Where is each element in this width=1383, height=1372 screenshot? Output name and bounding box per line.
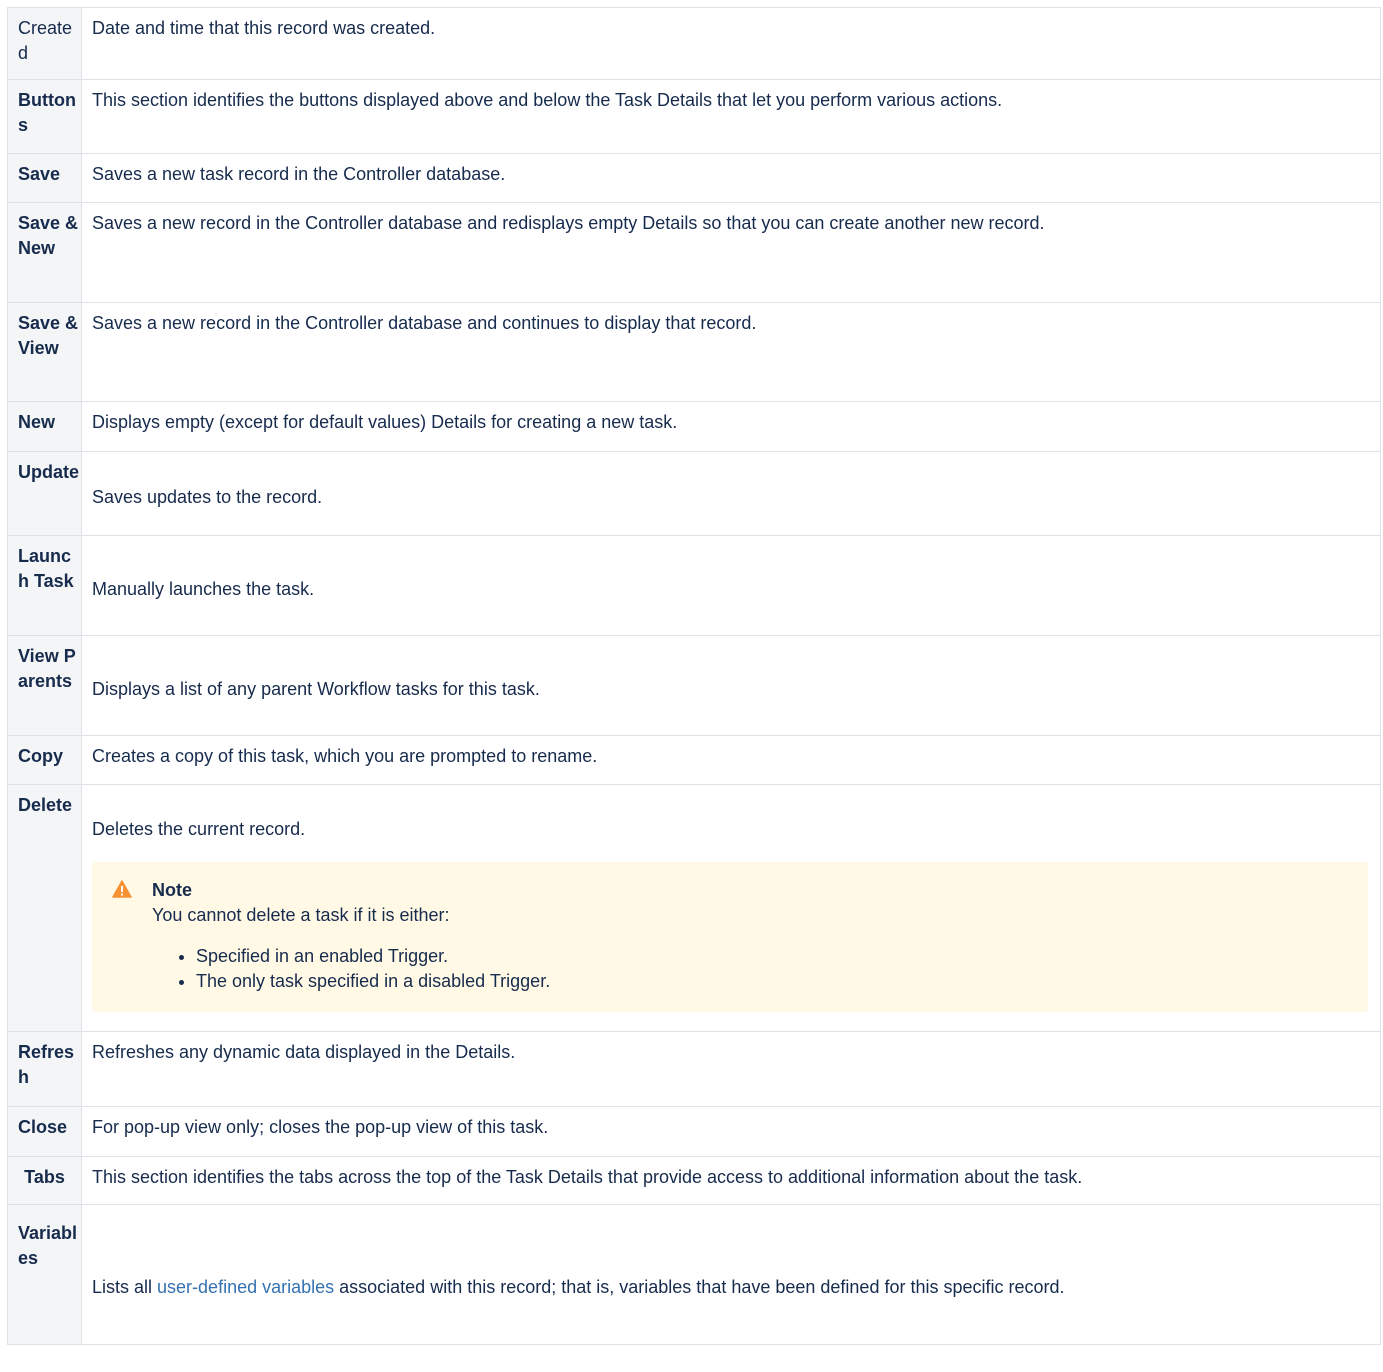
row-header-created: Created xyxy=(7,7,82,80)
row-desc-delete: Deletes the current record. Note You can… xyxy=(81,784,1381,1032)
row-header-save-view: Save & View xyxy=(7,302,82,402)
delete-desc-text: Deletes the current record. xyxy=(92,819,306,839)
note-list: Specified in an enabled Trigger. The onl… xyxy=(152,944,1348,994)
row-header-new: New xyxy=(7,401,82,452)
table-row: View Parents Displays a list of any pare… xyxy=(7,635,1381,736)
row-header-update: Update xyxy=(7,451,82,536)
row-desc-save: Saves a new task record in the Controlle… xyxy=(81,153,1381,203)
table-row: Created Date and time that this record w… xyxy=(7,7,1381,80)
variables-desc-before: Lists all xyxy=(92,1277,158,1297)
row-header-save-new: Save & New xyxy=(7,202,82,303)
table-row: Refresh Refreshes any dynamic data displ… xyxy=(7,1031,1381,1107)
table-row: Save & New Saves a new record in the Con… xyxy=(7,202,1381,303)
row-header-view-parents: View Parents xyxy=(7,635,82,736)
row-desc-launch-task: Manually launches the task. xyxy=(81,535,1381,636)
note-panel: Note You cannot delete a task if it is e… xyxy=(92,862,1368,1012)
row-desc-buttons: This section identifies the buttons disp… xyxy=(81,79,1381,154)
row-desc-refresh: Refreshes any dynamic data displayed in … xyxy=(81,1031,1381,1107)
row-desc-view-parents: Displays a list of any parent Workflow t… xyxy=(81,635,1381,736)
table-row: Buttons This section identifies the butt… xyxy=(7,79,1381,154)
list-item: Specified in an enabled Trigger. xyxy=(196,944,1348,969)
table-row: Close For pop-up view only; closes the p… xyxy=(7,1106,1381,1157)
row-desc-close: For pop-up view only; closes the pop-up … xyxy=(81,1106,1381,1157)
table-row: Delete Deletes the current record. Note … xyxy=(7,784,1381,1032)
row-desc-new: Displays empty (except for default value… xyxy=(81,401,1381,452)
table-row: Save Saves a new task record in the Cont… xyxy=(7,153,1381,203)
table-row: Launch Task Manually launches the task. xyxy=(7,535,1381,636)
note-title: Note xyxy=(152,880,192,900)
row-desc-variables: Lists all user-defined variables associa… xyxy=(81,1204,1381,1345)
table-row: Variables Lists all user-defined variabl… xyxy=(7,1204,1381,1345)
row-header-launch-task: Launch Task xyxy=(7,535,82,636)
row-desc-copy: Creates a copy of this task, which you a… xyxy=(81,735,1381,785)
table-row: New Displays empty (except for default v… xyxy=(7,401,1381,452)
row-desc-save-new: Saves a new record in the Controller dat… xyxy=(81,202,1381,303)
row-desc-tabs: This section identifies the tabs across … xyxy=(81,1156,1381,1205)
table-row: Update Saves updates to the record. xyxy=(7,451,1381,536)
row-header-save: Save xyxy=(7,153,82,203)
warning-icon xyxy=(112,880,132,905)
row-header-refresh: Refresh xyxy=(7,1031,82,1107)
row-header-buttons: Buttons xyxy=(7,79,82,154)
variables-desc-after: associated with this record; that is, va… xyxy=(334,1277,1065,1297)
table-row: Tabs This section identifies the tabs ac… xyxy=(7,1156,1381,1205)
list-item: The only task specified in a disabled Tr… xyxy=(196,969,1348,994)
row-desc-created: Date and time that this record was creat… xyxy=(81,7,1381,80)
row-header-close: Close xyxy=(7,1106,82,1157)
row-header-tabs: Tabs xyxy=(7,1156,82,1205)
row-header-copy: Copy xyxy=(7,735,82,785)
row-header-variables: Variables xyxy=(7,1204,82,1345)
row-desc-save-view: Saves a new record in the Controller dat… xyxy=(81,302,1381,402)
user-defined-variables-link[interactable]: user-defined variables xyxy=(157,1277,334,1297)
row-desc-update: Saves updates to the record. xyxy=(81,451,1381,536)
note-text: You cannot delete a task if it is either… xyxy=(152,905,450,925)
row-header-delete: Delete xyxy=(7,784,82,1032)
details-table: Created Date and time that this record w… xyxy=(7,7,1381,1345)
table-row: Save & View Saves a new record in the Co… xyxy=(7,302,1381,402)
table-row: Copy Creates a copy of this task, which … xyxy=(7,735,1381,785)
